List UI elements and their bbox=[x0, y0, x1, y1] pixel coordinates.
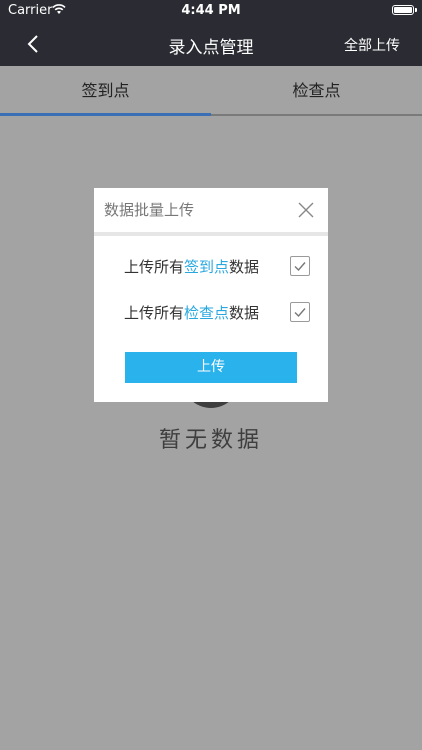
tab-divider bbox=[211, 114, 422, 116]
upload-inspection-row[interactable]: 上传所有检查点数据 bbox=[124, 302, 314, 326]
upload-all-button[interactable]: 全部上传 bbox=[344, 35, 400, 55]
battery-icon bbox=[392, 5, 417, 15]
row-highlight: 签到点 bbox=[184, 258, 230, 276]
row-prefix: 上传所有 bbox=[124, 304, 185, 322]
upload-button[interactable]: 上传 bbox=[125, 352, 297, 383]
nav-bar: 录入点管理 全部上传 bbox=[0, 22, 422, 66]
row-highlight: 检查点 bbox=[184, 304, 230, 322]
close-icon[interactable] bbox=[296, 200, 316, 220]
tab-selected-indicator bbox=[0, 113, 211, 116]
checkmark-icon bbox=[294, 308, 306, 318]
inspection-checkbox[interactable] bbox=[290, 302, 310, 322]
status-time: 4:44 PM bbox=[181, 3, 241, 18]
checkmark-icon bbox=[294, 262, 306, 272]
upload-checkin-row[interactable]: 上传所有签到点数据 bbox=[124, 256, 314, 280]
row-prefix: 上传所有 bbox=[124, 258, 185, 276]
tab-checkin-points[interactable]: 签到点 bbox=[0, 66, 211, 116]
dialog-title: 数据批量上传 bbox=[104, 201, 195, 219]
batch-upload-dialog: 数据批量上传 上传所有签到点数据 上传所有检查点数据 上传 bbox=[94, 188, 328, 402]
empty-state-text: 暂无数据 bbox=[158, 428, 263, 453]
tab-bar: 签到点 检查点 bbox=[0, 66, 422, 116]
status-bar: Carrier 4:44 PM bbox=[0, 0, 422, 22]
row-suffix: 数据 bbox=[229, 304, 260, 322]
tab-inspection-points[interactable]: 检查点 bbox=[211, 66, 422, 116]
dialog-header: 数据批量上传 bbox=[94, 188, 328, 236]
checkin-checkbox[interactable] bbox=[290, 256, 310, 276]
row-suffix: 数据 bbox=[229, 258, 260, 276]
